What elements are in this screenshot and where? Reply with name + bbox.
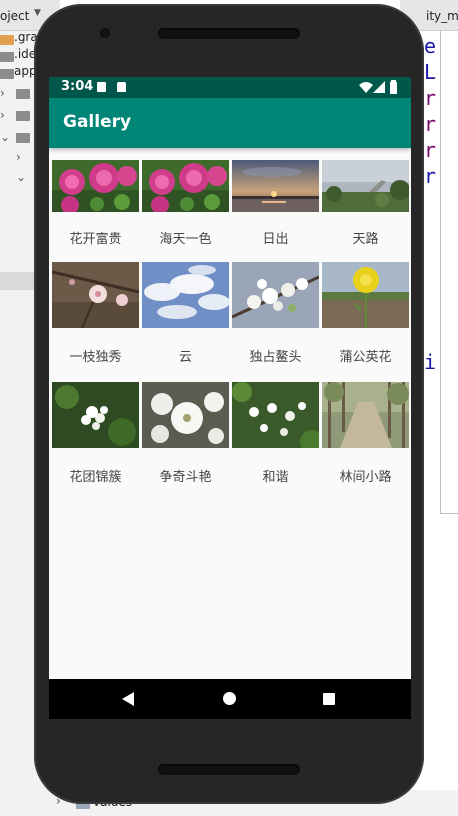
app-screen: 3:04 Gallery 花开富贵 海天一色 日出 天路 一枝独秀 云 独占鳌头… bbox=[49, 77, 411, 719]
folder-icon bbox=[0, 52, 14, 62]
chevron-down-icon[interactable]: ▼ bbox=[34, 8, 41, 18]
bottom-speaker bbox=[158, 764, 300, 775]
gallery-label: 一枝独秀 bbox=[69, 350, 122, 365]
folder-icon bbox=[16, 133, 30, 143]
gallery-image[interactable] bbox=[232, 382, 319, 448]
gallery-label: 独占鳌头 bbox=[249, 350, 302, 365]
app-bar: Gallery bbox=[49, 98, 411, 148]
code-char: L bbox=[424, 60, 437, 84]
top-speaker bbox=[158, 28, 300, 39]
chevron-right-icon[interactable]: › bbox=[0, 86, 5, 100]
folder-icon bbox=[0, 69, 14, 79]
chevron-down-icon[interactable]: ⌄ bbox=[16, 170, 26, 184]
back-button[interactable] bbox=[122, 692, 134, 706]
code-char: r bbox=[424, 164, 437, 188]
chevron-down-icon[interactable]: ⌄ bbox=[0, 130, 10, 144]
gallery-image[interactable] bbox=[322, 262, 409, 328]
gallery-image[interactable] bbox=[52, 160, 139, 212]
navigation-bar bbox=[49, 679, 411, 719]
gallery-image[interactable] bbox=[142, 262, 229, 328]
recents-button[interactable] bbox=[323, 693, 335, 705]
gallery-image[interactable] bbox=[52, 382, 139, 448]
gallery-image[interactable] bbox=[142, 382, 229, 448]
front-camera bbox=[100, 28, 110, 38]
home-button[interactable] bbox=[223, 692, 236, 705]
chevron-right-icon[interactable]: › bbox=[16, 150, 21, 164]
gallery-label: 花开富贵 bbox=[69, 232, 122, 247]
wifi-icon bbox=[359, 82, 373, 93]
gallery-image[interactable] bbox=[232, 262, 319, 328]
folder-icon bbox=[16, 111, 30, 121]
sd-card-icon bbox=[117, 82, 126, 92]
gallery-label: 云 bbox=[178, 350, 192, 365]
code-char: r bbox=[424, 86, 437, 110]
gallery-label: 争奇斗艳 bbox=[159, 470, 212, 485]
status-time: 3:04 bbox=[61, 79, 94, 94]
battery-icon bbox=[390, 80, 397, 94]
code-char: i bbox=[424, 350, 437, 374]
ide-project-label: oject bbox=[0, 9, 30, 23]
gallery-label: 林间小路 bbox=[339, 470, 392, 485]
gallery-image[interactable] bbox=[322, 160, 409, 212]
status-bar: 3:04 bbox=[49, 77, 411, 98]
chevron-right-icon[interactable]: › bbox=[0, 108, 5, 122]
code-char: r bbox=[424, 112, 437, 136]
folder-icon bbox=[0, 35, 14, 45]
divider bbox=[441, 513, 458, 514]
gallery-label: 日出 bbox=[262, 232, 289, 247]
gallery-image[interactable] bbox=[232, 160, 319, 212]
a-notification-icon bbox=[97, 82, 106, 92]
gallery-label: 蒲公英花 bbox=[339, 350, 392, 365]
code-char: r bbox=[424, 138, 437, 162]
gallery-label: 海天一色 bbox=[159, 232, 212, 247]
editor-tab-label[interactable]: ity_m bbox=[426, 9, 458, 23]
gallery-label: 和谐 bbox=[262, 470, 289, 485]
gallery-image[interactable] bbox=[322, 382, 409, 448]
gallery-label: 天路 bbox=[352, 232, 379, 247]
divider bbox=[440, 30, 441, 514]
folder-icon bbox=[16, 89, 30, 99]
ide-tree-item[interactable]: .ide bbox=[14, 47, 36, 61]
gallery-image[interactable] bbox=[52, 262, 139, 328]
code-char: e bbox=[424, 34, 437, 58]
app-title: Gallery bbox=[63, 112, 132, 132]
gallery-image[interactable] bbox=[142, 160, 229, 212]
signal-icon bbox=[373, 81, 385, 93]
gallery-label: 花团锦簇 bbox=[69, 470, 122, 485]
